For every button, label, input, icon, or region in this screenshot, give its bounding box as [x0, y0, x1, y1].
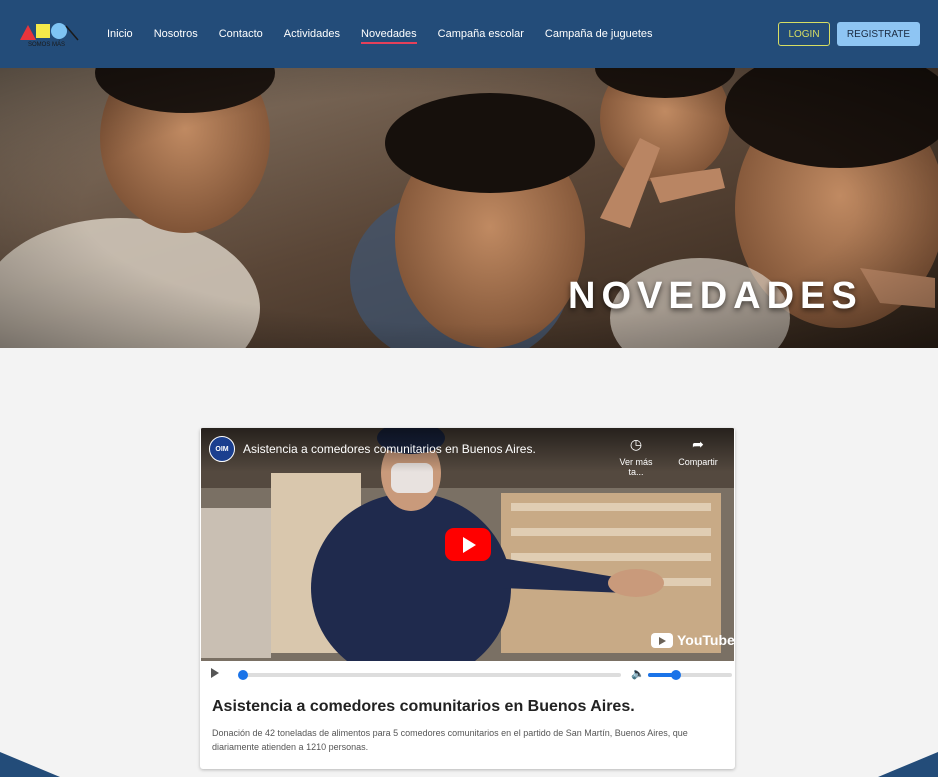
clock-icon: ◷	[629, 436, 643, 452]
play-video-button[interactable]	[445, 528, 491, 561]
youtube-logo[interactable]: YouTube	[651, 632, 734, 648]
news-card: OIM Asistencia a comedores comunitarios …	[200, 428, 735, 769]
logo-text: SOMOS MÁS	[28, 41, 65, 48]
video-player[interactable]: OIM Asistencia a comedores comunitarios …	[201, 428, 734, 661]
volume-icon[interactable]: 🔈	[631, 667, 645, 680]
news-description: Donación de 42 toneladas de alimentos pa…	[212, 728, 688, 752]
nav-link-contacto[interactable]: Contacto	[219, 24, 263, 44]
volume-thumb[interactable]	[670, 670, 681, 680]
nav-link-campana-escolar[interactable]: Campaña escolar	[438, 24, 524, 44]
login-button[interactable]: LOGIN	[778, 22, 830, 46]
decorative-corner-left	[0, 752, 60, 777]
share-button[interactable]: ➦ Compartir	[673, 436, 723, 467]
nav-link-novedades[interactable]: Novedades	[361, 24, 417, 44]
register-button[interactable]: REGISTRATE	[837, 22, 920, 46]
news-title[interactable]: Asistencia a comedores comunitarios en B…	[212, 698, 635, 716]
nav-link-campana-juguetes[interactable]: Campaña de juguetes	[545, 24, 653, 44]
share-icon: ➦	[692, 436, 704, 452]
nav-link-inicio[interactable]: Inicio	[107, 24, 133, 44]
player-controls: 🔈	[200, 661, 735, 687]
watch-later-button[interactable]: ◷ Ver más ta...	[611, 436, 661, 477]
video-title[interactable]: Asistencia a comedores comunitarios en B…	[243, 442, 536, 456]
nav-link-nosotros[interactable]: Nosotros	[154, 24, 198, 44]
watch-later-label: Ver más ta...	[619, 457, 653, 477]
page-title: NOVEDADES	[568, 275, 863, 317]
youtube-wordmark: YouTube	[677, 632, 734, 648]
progress-track[interactable]	[240, 673, 621, 677]
channel-avatar-icon[interactable]: OIM	[209, 436, 235, 462]
volume-slider[interactable]	[648, 670, 732, 680]
progress-thumb[interactable]	[238, 670, 248, 680]
hero-banner: NOVEDADES	[0, 68, 938, 348]
youtube-play-icon	[651, 632, 673, 648]
logo[interactable]: SOMOS MÁS	[18, 20, 82, 48]
decorative-corner-right	[878, 752, 938, 777]
nav-link-actividades[interactable]: Actividades	[284, 24, 340, 44]
navbar: SOMOS MÁS Inicio Nosotros Contacto Activ…	[0, 0, 938, 68]
share-label: Compartir	[678, 457, 718, 467]
play-icon[interactable]	[211, 668, 219, 678]
main-nav: Inicio Nosotros Contacto Actividades Nov…	[107, 0, 674, 68]
